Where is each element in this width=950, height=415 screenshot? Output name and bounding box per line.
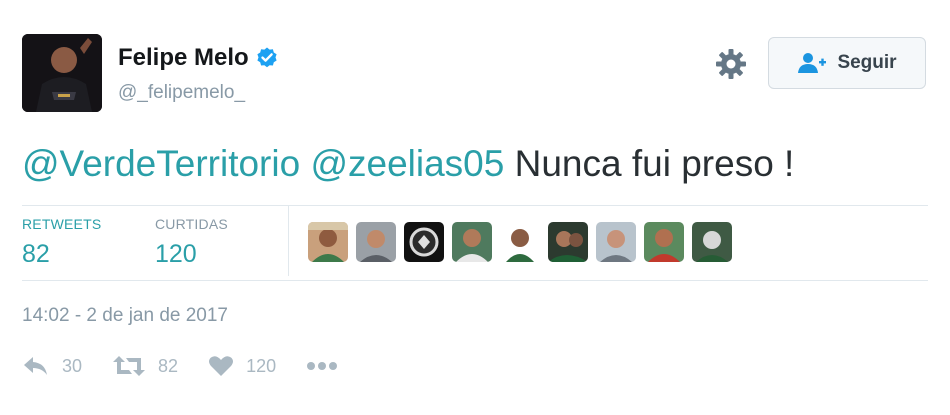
liker-avatar[interactable] <box>500 222 540 262</box>
likers-avatars <box>308 222 732 262</box>
more-icon <box>307 362 338 370</box>
tweet-text: @VerdeTerritorio @zeelias05 Nunca fui pr… <box>22 138 932 190</box>
tweet-body: Nunca fui preso ! <box>514 143 795 184</box>
retweets-stat[interactable]: RETWEETS 82 <box>22 216 101 269</box>
retweet-count: 82 <box>158 355 179 376</box>
tweet-timestamp[interactable]: 14:02 - 2 de jan de 2017 <box>22 305 228 327</box>
liker-avatar[interactable] <box>356 222 396 262</box>
like-button[interactable]: 120 <box>208 355 276 377</box>
liker-avatar[interactable] <box>644 222 684 262</box>
profile-avatar[interactable] <box>22 34 102 112</box>
divider <box>22 205 928 206</box>
tweet-actions: 30 82 120 <box>22 355 368 377</box>
liker-avatar[interactable] <box>404 222 444 262</box>
user-handle[interactable]: @_felipemelo_ <box>118 82 245 104</box>
liker-avatar[interactable] <box>596 222 636 262</box>
likes-stat[interactable]: CURTIDAS 120 <box>155 216 228 269</box>
mention-link[interactable]: @VerdeTerritorio <box>22 143 300 184</box>
follow-button[interactable]: Seguir <box>768 37 926 89</box>
like-count: 120 <box>246 355 277 376</box>
likes-label: CURTIDAS <box>155 216 228 232</box>
reply-icon <box>24 357 47 375</box>
liker-avatar[interactable] <box>692 222 732 262</box>
gear-icon[interactable] <box>714 47 748 81</box>
retweet-button[interactable]: 82 <box>112 355 178 377</box>
verified-badge-icon <box>257 47 277 68</box>
liker-avatar[interactable] <box>308 222 348 262</box>
mention-link[interactable]: @zeelias05 <box>310 143 504 184</box>
reply-button[interactable]: 30 <box>22 355 82 377</box>
user-name[interactable]: Felipe Melo <box>118 44 249 72</box>
add-user-icon <box>798 53 827 73</box>
retweet-icon <box>113 356 146 376</box>
divider <box>22 280 928 281</box>
liker-avatar[interactable] <box>548 222 588 262</box>
heart-icon <box>209 356 234 376</box>
retweets-count: 82 <box>22 240 50 268</box>
follow-button-label: Seguir <box>837 52 897 73</box>
reply-count: 30 <box>62 355 83 376</box>
more-button[interactable] <box>306 361 338 371</box>
likes-count: 120 <box>155 240 197 268</box>
stats-divider <box>288 206 289 276</box>
liker-avatar[interactable] <box>452 222 492 262</box>
retweets-label: RETWEETS <box>22 216 102 232</box>
user-name-row: Felipe Melo <box>118 44 279 72</box>
